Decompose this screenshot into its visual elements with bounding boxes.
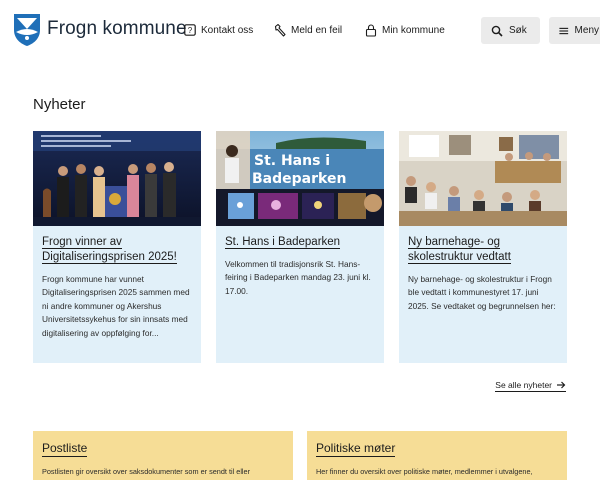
wrench-icon	[274, 24, 286, 37]
poster-title-line1: St. Hans i	[254, 153, 330, 169]
political-meetings-title[interactable]: Politiske møter	[316, 441, 396, 457]
question-box-icon: ?	[184, 24, 196, 36]
mail-journal-panel[interactable]: Postliste Postlisten gir oversikt over s…	[33, 431, 293, 480]
news-card-st-hans[interactable]: St. Hans i Badeparken St. Hans i Badepar…	[216, 131, 384, 363]
menu-button-label: Meny	[574, 25, 599, 36]
mail-journal-text: Postlisten gir oversikt over saksdokumen…	[42, 467, 251, 476]
news-heading: Nyheter	[33, 96, 86, 113]
search-button-label: Søk	[509, 25, 527, 36]
political-meetings-panel[interactable]: Politiske møter Her finner du oversikt o…	[307, 431, 567, 480]
news-card-school-structure[interactable]: Ny barnehage- og skolestruktur vedtatt N…	[399, 131, 567, 363]
arrow-right-icon	[557, 381, 566, 389]
lock-icon	[365, 24, 377, 37]
news-card-excerpt: Ny barnehage- og skolestruktur i Frogn b…	[408, 274, 556, 311]
council-meeting-photo	[399, 131, 567, 226]
political-meetings-text: Her finner du oversikt over politiske mø…	[316, 467, 533, 476]
menu-button[interactable]: Meny	[549, 17, 600, 44]
search-button[interactable]: Søk	[481, 17, 540, 44]
news-card-digitalization-prize[interactable]: Frogn vinner av Digitaliseringsprisen 20…	[33, 131, 201, 363]
see-all-news-link[interactable]: Se alle nyheter	[495, 380, 566, 392]
news-card-excerpt: Velkommen til tradisjonsrik St. Hans-fei…	[225, 259, 371, 296]
nav-my-municipality-label: Min kommune	[382, 25, 445, 36]
st-hans-poster-image: St. Hans i Badeparken	[216, 131, 384, 226]
site-title[interactable]: Frogn kommune	[47, 18, 187, 40]
nav-contact-link[interactable]: ? Kontakt oss	[184, 24, 253, 37]
news-card-title[interactable]: Frogn vinner av Digitaliseringsprisen 20…	[42, 235, 194, 265]
nav-contact-label: Kontakt oss	[201, 25, 254, 36]
frogn-coat-of-arms-logo[interactable]	[14, 14, 40, 46]
news-card-title[interactable]: Ny barnehage- og skolestruktur vedtatt	[408, 235, 560, 265]
site-header: Frogn kommune ? Kontakt oss Meld en feil…	[0, 0, 600, 64]
see-all-news-label: Se alle nyheter	[495, 380, 552, 390]
nav-my-municipality-link[interactable]: Min kommune	[365, 24, 445, 37]
nav-report-link[interactable]: Meld en feil	[274, 24, 342, 37]
hamburger-menu-icon	[559, 27, 569, 34]
news-card-excerpt: Frogn kommune har vunnet Digitaliserings…	[42, 274, 190, 338]
search-icon	[491, 25, 503, 37]
mail-journal-title[interactable]: Postliste	[42, 441, 88, 457]
nav-report-label: Meld en feil	[291, 25, 343, 36]
poster-title-line2: Badeparken	[252, 171, 346, 187]
news-card-title[interactable]: St. Hans i Badeparken	[225, 235, 377, 250]
svg-text:?: ?	[188, 26, 193, 35]
award-ceremony-photo	[33, 131, 201, 226]
